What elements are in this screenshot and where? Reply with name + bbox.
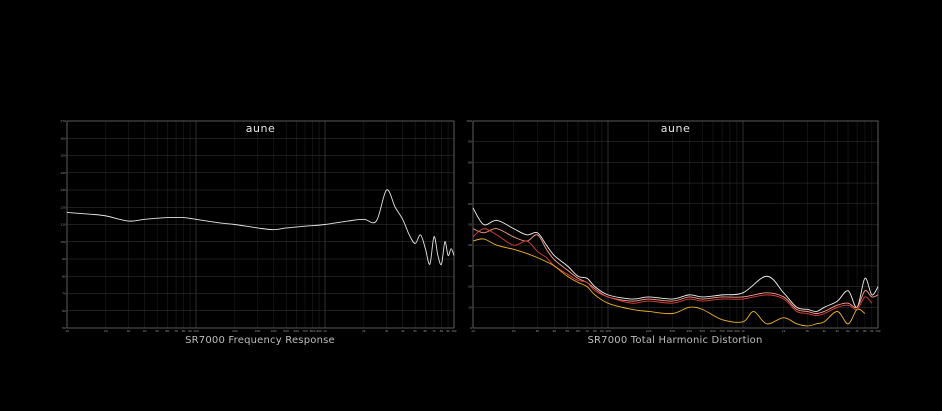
- x-tick-label: 200: [232, 329, 238, 333]
- y-tick-label: 40: [468, 243, 472, 247]
- y-tick-label: 140: [60, 171, 66, 175]
- y-tick-label: 160: [60, 136, 66, 140]
- x-tick-label: 80: [182, 329, 186, 333]
- x-tick-label: 80: [593, 329, 597, 333]
- x-tick-label: 90: [600, 329, 604, 333]
- y-tick-label: 100: [466, 119, 472, 123]
- y-tick-label: 120: [60, 205, 66, 209]
- x-tick-label: 60: [165, 329, 169, 333]
- y-tick-label: 60: [62, 309, 66, 313]
- x-tick-label: 5k: [836, 329, 840, 333]
- x-tick-label: 600: [710, 329, 716, 333]
- x-tick-label: 4k: [822, 329, 826, 333]
- x-tick-label: 800: [310, 329, 316, 333]
- x-tick-label: 10k: [875, 329, 881, 333]
- y-tick-label: 90: [62, 257, 66, 261]
- x-tick-label: 20: [104, 329, 108, 333]
- x-tick-label: 800: [727, 329, 733, 333]
- series-line-2: [472, 228, 879, 314]
- x-tick-label: 70: [585, 329, 589, 333]
- x-tick-label: 900: [734, 329, 740, 333]
- x-tick-label: 10: [471, 329, 475, 333]
- y-tick-label: 100: [60, 240, 66, 244]
- y-tick-label: 60: [468, 202, 472, 206]
- x-tick-label: 4k: [401, 329, 405, 333]
- y-tick-label: 70: [468, 181, 472, 185]
- x-tick-label: 1k: [741, 329, 745, 333]
- y-tick-label: 80: [62, 274, 66, 278]
- x-tick-label: 700: [302, 329, 308, 333]
- x-tick-label: 9k: [446, 329, 450, 333]
- x-tick-label: 30: [127, 329, 131, 333]
- x-tick-label: 3k: [385, 329, 389, 333]
- series-line-4: [472, 238, 866, 327]
- x-tick-label: 500: [699, 329, 705, 333]
- frequency-response-chart: 50 60 70 80 90 100 110 120 130 140 150 160 170 10 20 30…: [60, 117, 458, 333]
- thd-chart: 0 10 20 30 40 50 60 70 80 90 100 10 20 30 40 50 60 70 80 90…: [466, 117, 882, 333]
- x-tick-label: 70: [174, 329, 178, 333]
- x-tick-label: 8k: [863, 329, 867, 333]
- aune-logo: aune: [661, 122, 690, 135]
- frequency-response-caption: SR7000 Frequency Response: [185, 335, 335, 346]
- thd-caption: SR7000 Total Harmonic Distortion: [587, 335, 763, 346]
- x-tick-label: 500: [283, 329, 289, 333]
- series-line-1: [66, 189, 455, 266]
- y-tick-label: 70: [62, 292, 66, 296]
- y-tick-label: 90: [468, 140, 472, 144]
- x-tick-label: 3k: [806, 329, 810, 333]
- x-tick-label: 9k: [870, 329, 874, 333]
- y-tick-label: 50: [468, 223, 472, 227]
- x-tick-label: 20: [512, 329, 516, 333]
- thd-svg: 010203040506070809010010 20 30 40 50 60 70 80 90…: [466, 119, 881, 333]
- y-tick-label: 30: [468, 264, 472, 268]
- x-tick-label: 100: [605, 329, 611, 333]
- x-tick-label: 8k: [440, 329, 444, 333]
- frequency-response-svg: 506070809010011012013014015016017010 20 30…: [60, 119, 457, 333]
- x-tick-label: 7k: [855, 329, 859, 333]
- x-tick-label: 600: [294, 329, 300, 333]
- x-tick-label: 6k: [846, 329, 850, 333]
- x-tick-label: 50: [155, 329, 159, 333]
- x-tick-label: 10: [65, 329, 69, 333]
- x-tick-label: 300: [255, 329, 261, 333]
- y-tick-label: 80: [468, 160, 472, 164]
- x-tick-label: 200: [646, 329, 652, 333]
- x-tick-label: 700: [719, 329, 725, 333]
- x-tick-label: 5k: [413, 329, 417, 333]
- aune-logo: aune: [246, 122, 275, 135]
- x-tick-label: 1k: [323, 329, 327, 333]
- x-tick-label: 300: [670, 329, 676, 333]
- y-tick-label: 10: [468, 305, 472, 309]
- y-tick-label: 20: [468, 285, 472, 289]
- x-tick-label: 90: [188, 329, 192, 333]
- x-tick-label: 50: [565, 329, 569, 333]
- x-tick-label: 40: [552, 329, 556, 333]
- x-tick-label: 100: [193, 329, 199, 333]
- x-tick-label: 30: [535, 329, 539, 333]
- x-tick-label: 6k: [424, 329, 428, 333]
- x-tick-label: 40: [143, 329, 147, 333]
- x-tick-label: 10k: [451, 329, 457, 333]
- y-tick-label: 110: [60, 223, 66, 227]
- x-tick-label: 2k: [362, 329, 366, 333]
- y-tick-label: 130: [60, 188, 66, 192]
- series-line-1: [472, 207, 879, 312]
- x-tick-label: 7k: [432, 329, 436, 333]
- x-tick-label: 60: [576, 329, 580, 333]
- y-tick-label: 150: [60, 154, 66, 158]
- y-tick-label: 170: [60, 119, 66, 123]
- x-tick-label: 400: [271, 329, 277, 333]
- x-tick-label: 900: [316, 329, 322, 333]
- x-tick-label: 400: [686, 329, 692, 333]
- x-tick-label: 2k: [782, 329, 786, 333]
